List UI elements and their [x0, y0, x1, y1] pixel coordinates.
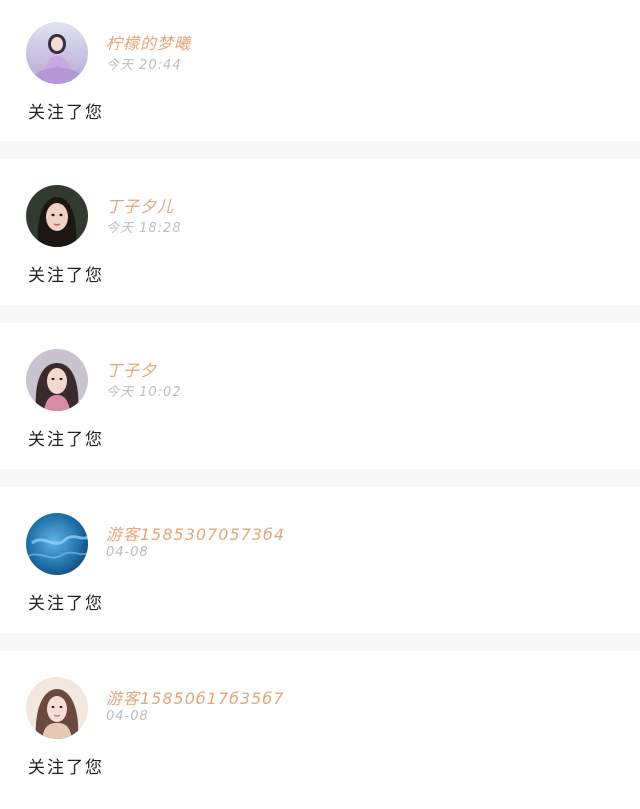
message-text: 关注了您 — [28, 266, 104, 286]
message-text: 关注了您 — [28, 430, 104, 450]
user-name[interactable]: 柠檬的梦曦 — [106, 30, 191, 54]
notification-item[interactable]: 游客15850б17б35б7 04-08 关注了您 — [0, 651, 640, 809]
message-text: 关注了您 — [28, 594, 104, 614]
notification-item[interactable]: 柠檬的梦曦 今天 20:44 关注了您 — [0, 0, 640, 141]
divider — [0, 141, 640, 159]
notification-item[interactable]: 游客15853070573б4 04-08 关注了您 — [0, 487, 640, 633]
divider — [0, 633, 640, 651]
avatar[interactable] — [26, 349, 88, 411]
divider — [0, 469, 640, 487]
timestamp: 04-08 — [106, 545, 149, 560]
timestamp: 今天 10:02 — [106, 385, 182, 400]
user-name[interactable]: 丁子夕 — [106, 357, 157, 381]
notification-list: 柠檬的梦曦 今天 20:44 关注了您 丁子夕儿 今天 18:28 关注了您 丁… — [0, 0, 640, 809]
timestamp: 今天 20:44 — [106, 58, 182, 73]
timestamp: 今天 18:28 — [106, 221, 182, 236]
user-name[interactable]: 丁子夕儿 — [106, 193, 174, 217]
avatar[interactable] — [26, 22, 88, 84]
divider — [0, 305, 640, 323]
notification-item[interactable]: 丁子夕儿 今天 18:28 关注了您 — [0, 159, 640, 305]
user-name[interactable]: 游客15850б17б35б7 — [106, 685, 284, 709]
message-text: 关注了您 — [28, 103, 104, 123]
avatar[interactable] — [26, 513, 88, 575]
message-text: 关注了您 — [28, 758, 104, 778]
avatar[interactable] — [26, 185, 88, 247]
notification-item[interactable]: 丁子夕 今天 10:02 关注了您 — [0, 323, 640, 469]
avatar[interactable] — [26, 677, 88, 739]
user-name[interactable]: 游客15853070573б4 — [106, 521, 285, 545]
timestamp: 04-08 — [106, 709, 149, 724]
